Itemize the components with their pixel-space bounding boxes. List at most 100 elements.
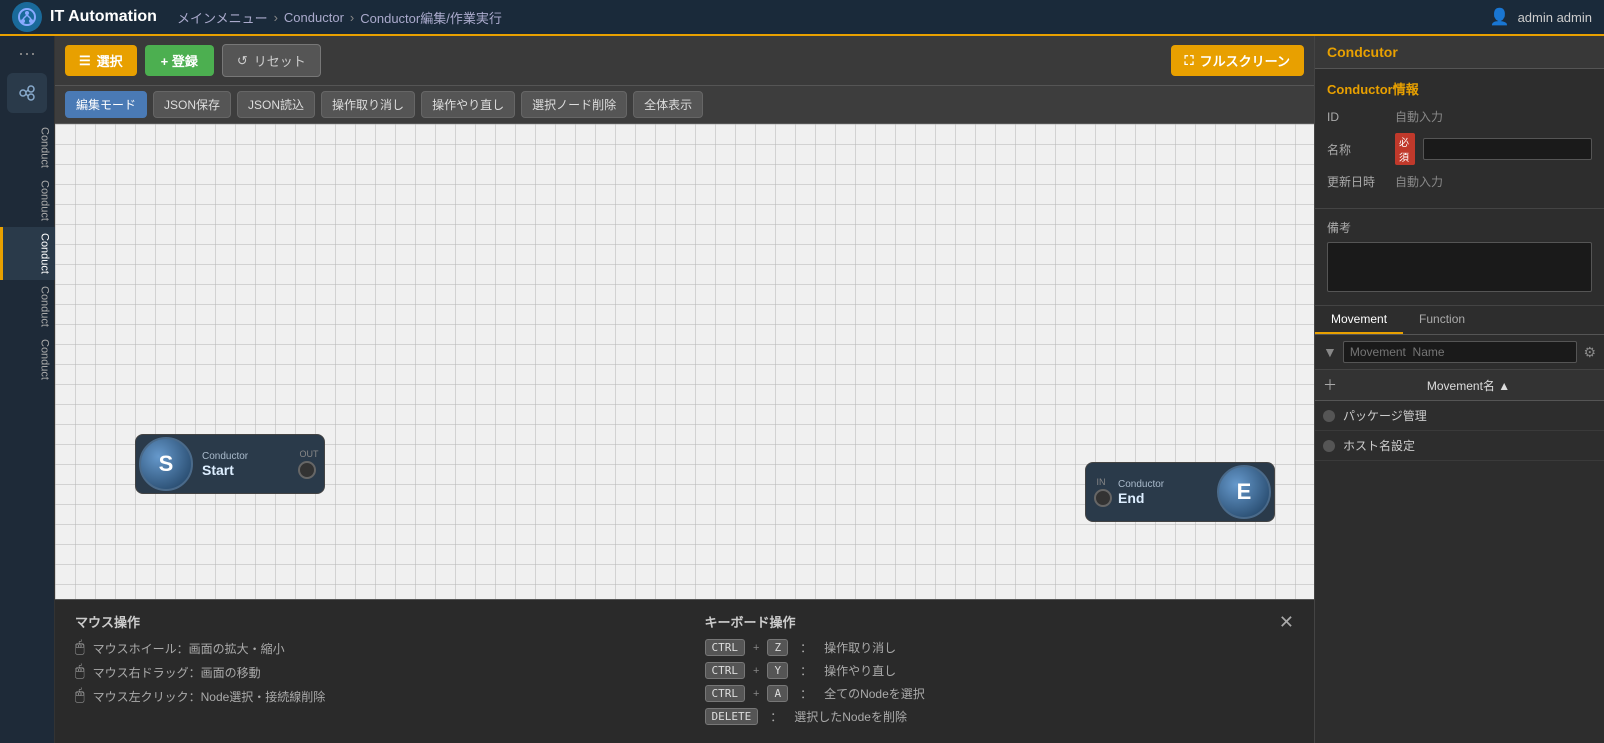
topbar: IT Automation メインメニュー › Conductor › Cond… — [0, 0, 1604, 36]
kb-sep-3: ： — [800, 685, 812, 702]
kb-delete-text: 選択したNodeを削除 — [794, 708, 907, 725]
kb-redo-text: 操作やり直し — [824, 662, 896, 679]
plus-1: + — [753, 642, 759, 654]
help-close-button[interactable]: ✕ — [1279, 612, 1294, 633]
main-layout: ⋯ Conduct Conduct Conduct Conduct Conduc… — [0, 36, 1604, 743]
help-panel: ✕ マウス操作 🖱 マウスホイール：画面の拡大・縮小 🖱 マウス右ドラッグ：画面… — [55, 599, 1314, 743]
breadcrumb-menu[interactable]: メインメニュー — [177, 8, 268, 27]
movement-tab[interactable]: Movement — [1315, 306, 1403, 334]
canvas[interactable]: S Conductor Start OUT IN — [55, 124, 1314, 599]
movement-tab-label: Movement — [1331, 312, 1387, 326]
register-button[interactable]: + 登録 — [145, 45, 214, 76]
kb-op-4: DELETE ： 選択したNodeを削除 — [705, 708, 1295, 725]
start-node-circle: S — [139, 437, 193, 491]
delete-node-label: 選択ノード削除 — [532, 98, 616, 112]
select-button[interactable]: ☰ 選択 — [65, 45, 137, 76]
mouse-op-1: 🖱 マウスホイール：画面の拡大・縮小 — [75, 639, 665, 657]
id-row: ID 自動入力 — [1327, 108, 1592, 125]
undo-button[interactable]: 操作取り消し — [321, 91, 415, 118]
remarks-label: 備考 — [1327, 219, 1592, 236]
function-tab[interactable]: Function — [1403, 306, 1481, 334]
edit-mode-button[interactable]: 編集モード — [65, 91, 147, 118]
kb-op-2: CTRL + Y ： 操作やり直し — [705, 662, 1295, 679]
mouse-left-icon: 🖱 — [75, 687, 85, 705]
ctrl-key-2: CTRL — [705, 662, 746, 679]
reset-button[interactable]: ↺ リセット — [222, 44, 321, 77]
remarks-textarea[interactable] — [1327, 242, 1592, 292]
id-value: 自動入力 — [1395, 108, 1443, 125]
id-label: ID — [1327, 110, 1387, 124]
required-badge: 必須 — [1395, 133, 1415, 165]
sidebar-dots: ⋯ — [18, 44, 36, 65]
updated-row: 更新日時 自動入力 — [1327, 173, 1592, 190]
movement-name-0: パッケージ管理 — [1343, 407, 1427, 424]
app-title: IT Automation — [50, 8, 157, 26]
edit-mode-label: 編集モード — [76, 98, 136, 112]
sidebar-item-conduct4[interactable]: Conduct — [0, 280, 55, 333]
end-in-port[interactable] — [1094, 489, 1112, 507]
redo-label: 操作やり直し — [432, 98, 504, 112]
fullscreen-button[interactable]: ⛶ フルスクリーン — [1171, 45, 1304, 76]
delete-node-button[interactable]: 選択ノード削除 — [521, 91, 627, 118]
kb-sep-1: ： — [800, 639, 812, 656]
plus-2: + — [753, 665, 759, 677]
breadcrumb-conductor[interactable]: Conductor — [284, 10, 344, 25]
end-node[interactable]: IN Conductor End E — [1085, 462, 1275, 522]
content-area: ☰ 選択 + 登録 ↺ リセット ⛶ フルスクリーン 編集モード JSON保存 — [55, 36, 1314, 743]
panel-tab-label: Condcutor — [1327, 44, 1398, 60]
sidebar-item-conduct3[interactable]: Conduct — [0, 227, 55, 280]
y-key: Y — [767, 662, 788, 679]
topbar-right: 👤 admin admin — [1490, 7, 1592, 27]
json-load-label: JSON読込 — [248, 98, 304, 112]
gear-icon[interactable]: ⚙ — [1583, 344, 1596, 361]
mouse-op-2-text: マウス右ドラッグ：画面の移動 — [93, 664, 261, 681]
movement-row-0[interactable]: パッケージ管理 — [1315, 401, 1604, 431]
start-out-port[interactable] — [298, 461, 316, 479]
kb-undo-text: 操作取り消し — [824, 639, 896, 656]
name-input[interactable] — [1423, 138, 1592, 160]
mouse-op-1-text: マウスホイール：画面の拡大・縮小 — [93, 640, 285, 657]
movement-filter: ▼ ⚙ — [1315, 335, 1604, 370]
keyboard-help-title: キーボード操作 — [705, 612, 1295, 631]
logo-icon — [12, 2, 42, 32]
breadcrumb-sep2: › — [350, 10, 354, 25]
sidebar-item-conduct5[interactable]: Conduct — [0, 333, 55, 386]
json-load-button[interactable]: JSON読込 — [237, 91, 315, 118]
mouse-help: マウス操作 🖱 マウスホイール：画面の拡大・縮小 🖱 マウス右ドラッグ：画面の移… — [75, 612, 665, 731]
sidebar-item-conduct2[interactable]: Conduct — [0, 174, 55, 227]
kb-sep-2: ： — [800, 662, 812, 679]
mouse-help-title: マウス操作 — [75, 612, 665, 631]
json-save-label: JSON保存 — [164, 98, 220, 112]
json-save-button[interactable]: JSON保存 — [153, 91, 231, 118]
fit-all-button[interactable]: 全体表示 — [633, 91, 703, 118]
z-key: Z — [767, 639, 788, 656]
movement-section: ▼ ⚙ ＋ Movement名 ▲ パッケージ管理 ホスト名設定 — [1315, 335, 1604, 743]
right-panel-header: Condcutor — [1315, 36, 1604, 69]
movement-row-1[interactable]: ホスト名設定 — [1315, 431, 1604, 461]
updated-value: 自動入力 — [1395, 173, 1443, 190]
name-row: 名称 必須 — [1327, 133, 1592, 165]
mouse-right-icon: 🖱 — [75, 663, 85, 681]
name-label: 名称 — [1327, 141, 1387, 158]
fullscreen-label: フルスクリーン — [1200, 51, 1290, 70]
start-node-type: Conductor — [202, 451, 248, 462]
breadcrumb-sep1: › — [274, 10, 278, 25]
reset-label: リセット — [254, 51, 306, 70]
select-icon: ☰ — [79, 53, 91, 69]
mouse-op-3: 🖱 マウス左クリック：Node選択・接続線削除 — [75, 687, 665, 705]
reset-icon: ↺ — [237, 53, 248, 69]
sidebar-item-conduct1[interactable]: Conduct — [0, 121, 55, 174]
mouse-op-3-text: マウス左クリック：Node選択・接続線削除 — [93, 688, 326, 705]
movement-filter-input[interactable] — [1343, 341, 1578, 363]
panel-tabs: Movement Function — [1315, 306, 1604, 335]
sidebar-nav-icon[interactable] — [7, 73, 47, 113]
remarks-section: 備考 — [1315, 209, 1604, 306]
movement-table-header: ＋ Movement名 ▲ — [1315, 370, 1604, 401]
register-label: + 登録 — [161, 51, 198, 70]
delete-key: DELETE — [705, 708, 759, 725]
redo-button[interactable]: 操作やり直し — [421, 91, 515, 118]
undo-label: 操作取り消し — [332, 98, 404, 112]
start-node[interactable]: S Conductor Start OUT — [135, 434, 325, 494]
kb-sep-4: ： — [770, 708, 782, 725]
right-panel: Condcutor Conductor情報 ID 自動入力 名称 必須 更新日時… — [1314, 36, 1604, 743]
